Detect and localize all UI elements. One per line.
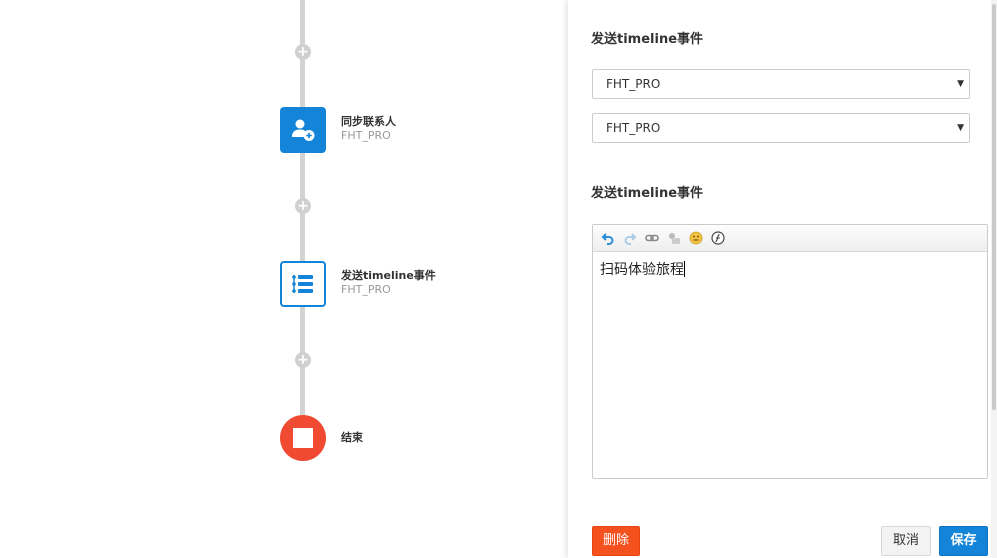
add-step-button[interactable]: + — [295, 198, 311, 214]
node-title: 同步联系人 — [341, 115, 396, 128]
panel-scrollbar[interactable] — [991, 0, 997, 558]
sync-contact-node-label[interactable]: 同步联系人 FHT_PRO — [341, 115, 396, 142]
select-value: FHT_PRO — [606, 121, 661, 135]
add-contact-icon — [292, 119, 315, 141]
add-step-button[interactable]: + — [295, 352, 311, 368]
end-node-label[interactable]: 结束 — [341, 431, 363, 445]
section-title: 发送timeline事件 — [591, 32, 704, 47]
flow-canvas: + 同步联系人 FHT_PRO + 发送timeline事件 FHT_PRO + — [0, 0, 568, 558]
app-select[interactable]: FHT_PRO ▼ — [592, 69, 970, 99]
delete-button[interactable]: 删除 — [592, 526, 640, 556]
send-timeline-node-icon[interactable] — [280, 261, 326, 307]
link-icon[interactable] — [643, 229, 661, 247]
scrollbar-thumb[interactable] — [992, 4, 996, 410]
save-button[interactable]: 保存 — [939, 526, 988, 556]
node-subtitle: FHT_PRO — [341, 283, 391, 296]
emoji-icon[interactable] — [687, 229, 705, 247]
sync-contact-node-icon[interactable] — [280, 107, 326, 153]
node-title: 结束 — [341, 431, 363, 444]
node-title: 发送timeline事件 — [341, 269, 436, 282]
text-cursor — [684, 261, 685, 277]
dropdown-caret-icon: ▼ — [957, 79, 964, 89]
rich-text-editor[interactable]: 扫码体验旅程 — [592, 224, 988, 479]
stop-icon — [293, 428, 313, 448]
add-step-button[interactable]: + — [295, 44, 311, 60]
timeline-list-icon — [292, 275, 313, 293]
event-select[interactable]: FHT_PRO ▼ — [592, 113, 970, 143]
node-subtitle: FHT_PRO — [341, 129, 391, 142]
section-title: 发送timeline事件 — [591, 186, 704, 201]
editor-text: 扫码体验旅程 — [600, 262, 684, 278]
undo-icon[interactable] — [599, 229, 617, 247]
select-value: FHT_PRO — [606, 77, 661, 91]
send-timeline-node-label[interactable]: 发送timeline事件 FHT_PRO — [341, 269, 436, 296]
editor-content-area[interactable]: 扫码体验旅程 — [593, 252, 987, 288]
end-node-icon[interactable] — [280, 415, 326, 461]
editor-toolbar — [593, 225, 987, 252]
node-config-panel: 发送timeline事件 FHT_PRO ▼ FHT_PRO ▼ 发送timel… — [568, 0, 997, 558]
special-char-icon[interactable] — [709, 229, 727, 247]
insert-field-icon[interactable] — [665, 229, 683, 247]
cancel-button[interactable]: 取消 — [881, 526, 931, 556]
dropdown-caret-icon: ▼ — [957, 123, 964, 133]
redo-icon[interactable] — [621, 229, 639, 247]
